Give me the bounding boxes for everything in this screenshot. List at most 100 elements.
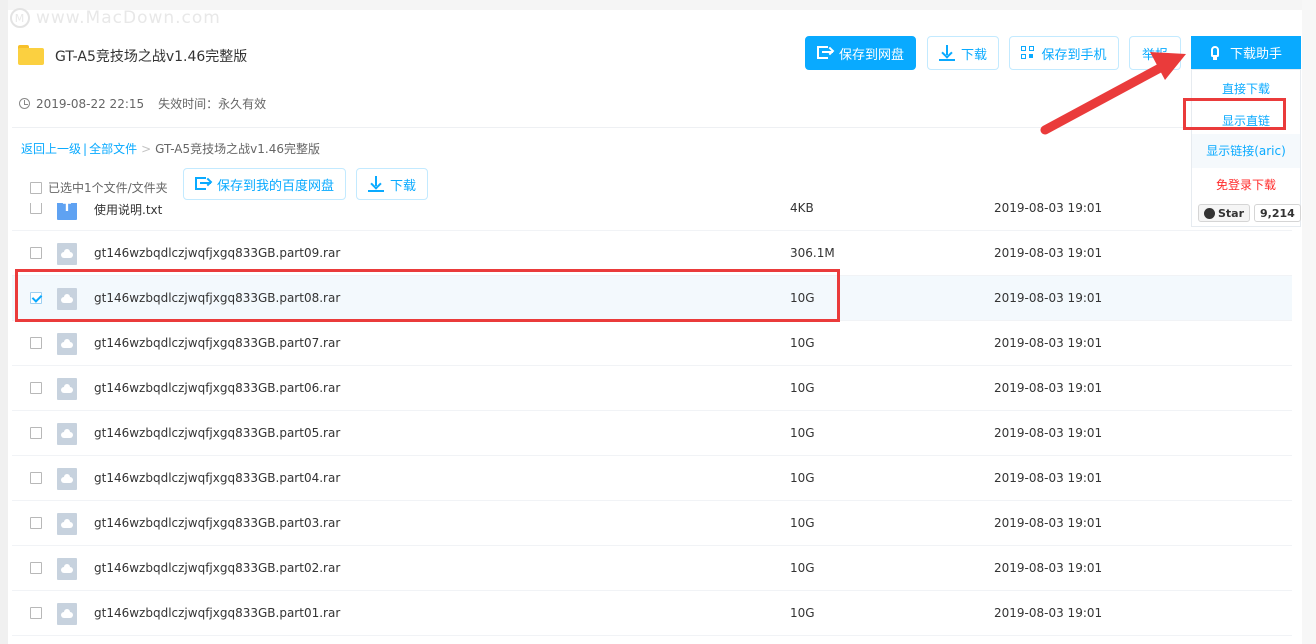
- breadcrumb-back-link[interactable]: 返回上一级: [21, 140, 81, 157]
- menu-item-direct-download[interactable]: 直接下载: [1192, 80, 1300, 97]
- file-size: 10G: [790, 516, 815, 530]
- save-to-baidu-label: 保存到我的百度网盘: [216, 178, 334, 194]
- save-to-phone-button[interactable]: 保存到手机: [1009, 36, 1119, 70]
- file-row-checkbox[interactable]: [30, 427, 42, 439]
- select-all-checkbox[interactable]: [30, 181, 42, 194]
- file-name[interactable]: gt146wzbqdlczjwqfjxgq833GB.part06.rar: [94, 381, 340, 395]
- file-size: 10G: [790, 606, 815, 620]
- file-row-checkbox[interactable]: [30, 203, 42, 214]
- annotation-highlight-direct-link: [1183, 98, 1286, 130]
- breadcrumb-arrow: >: [141, 141, 152, 156]
- selection-download-label: 下载: [389, 178, 416, 194]
- file-size: 10G: [790, 426, 815, 440]
- header-divider: [12, 127, 1292, 128]
- breadcrumb-all-files-link[interactable]: 全部文件: [89, 140, 137, 157]
- selection-download-button[interactable]: 下载: [356, 168, 428, 200]
- watermark: M www.MacDown.com: [10, 8, 221, 28]
- file-size: 4KB: [790, 203, 814, 215]
- watermark-text: www.MacDown.com: [36, 8, 221, 28]
- file-name[interactable]: gt146wzbqdlczjwqfjxgq833GB.part01.rar: [94, 606, 340, 620]
- file-date: 2019-08-03 19:01: [994, 381, 1103, 395]
- save-to-disk-button[interactable]: 保存到网盘: [805, 36, 916, 70]
- file-name[interactable]: gt146wzbqdlczjwqfjxgq833GB.part03.rar: [94, 516, 340, 530]
- qrcode-icon: [1021, 46, 1035, 60]
- page-title: GT-A5竞技场之战v1.46完整版: [55, 49, 248, 65]
- file-name[interactable]: gt146wzbqdlczjwqfjxgq833GB.part05.rar: [94, 426, 340, 440]
- file-row-checkbox[interactable]: [30, 337, 42, 349]
- archive-file-icon: [57, 558, 77, 580]
- file-size: 306.1M: [790, 246, 835, 260]
- download-label: 下载: [960, 47, 987, 63]
- file-row-checkbox[interactable]: [30, 247, 42, 259]
- menu-item-show-link-aric[interactable]: 显示链接(aric): [1192, 134, 1300, 168]
- menu-item-no-login-download[interactable]: 免登录下载: [1192, 176, 1300, 193]
- file-name[interactable]: gt146wzbqdlczjwqfjxgq833GB.part02.rar: [94, 561, 340, 575]
- archive-file-icon: [57, 378, 77, 400]
- archive-file-icon: [57, 243, 77, 265]
- file-row[interactable]: T 使用说明.txt 4KB 2019-08-03 19:01: [12, 203, 1292, 231]
- save-to-disk-icon: [816, 45, 835, 61]
- expire-time: 失效时间：永久有效: [158, 97, 267, 111]
- report-label: 举报: [1141, 47, 1168, 63]
- file-name[interactable]: gt146wzbqdlczjwqfjxgq833GB.part07.rar: [94, 336, 340, 350]
- save-to-disk-label: 保存到网盘: [838, 47, 904, 63]
- file-date: 2019-08-03 19:01: [994, 471, 1103, 485]
- file-name[interactable]: gt146wzbqdlczjwqfjxgq833GB.part09.rar: [94, 246, 340, 260]
- file-row[interactable]: gt146wzbqdlczjwqfjxgq833GB.part07.rar 10G…: [12, 321, 1292, 366]
- file-name[interactable]: gt146wzbqdlczjwqfjxgq833GB.part04.rar: [94, 471, 340, 485]
- file-row-checkbox[interactable]: [30, 382, 42, 394]
- file-meta: 2019-08-22 22:15 失效时间：永久有效: [19, 95, 266, 112]
- file-date: 2019-08-03 19:01: [994, 203, 1103, 215]
- archive-file-icon: [57, 423, 77, 445]
- archive-file-icon: [57, 468, 77, 490]
- rocket-icon: [1210, 45, 1220, 60]
- save-to-phone-label: 保存到手机: [1041, 47, 1107, 63]
- archive-file-icon: [57, 333, 77, 355]
- file-row-checkbox[interactable]: [30, 562, 42, 574]
- breadcrumb: 返回上一级 | 全部文件 > GT-A5竞技场之战v1.46完整版: [21, 140, 320, 157]
- file-row[interactable]: gt146wzbqdlczjwqfjxgq833GB.part06.rar 10G…: [12, 366, 1292, 411]
- file-row[interactable]: gt146wzbqdlczjwqfjxgq833GB.part05.rar 10G…: [12, 411, 1292, 456]
- download-helper-menu: 直接下载 显示直链 显示链接(aric) 免登录下载 Star 9,214: [1191, 69, 1301, 227]
- file-date: 2019-08-03 19:01: [994, 336, 1103, 350]
- github-star-widget: Star 9,214: [1198, 204, 1301, 222]
- file-row-checkbox[interactable]: [30, 517, 42, 529]
- download-helper-label: 下载助手: [1229, 47, 1282, 62]
- download-button[interactable]: 下载: [927, 36, 999, 70]
- file-date: 2019-08-03 19:01: [994, 516, 1103, 530]
- github-icon: [1204, 207, 1215, 219]
- save-to-baidu-button[interactable]: 保存到我的百度网盘: [183, 168, 346, 200]
- file-date: 2019-08-03 19:01: [994, 291, 1103, 305]
- archive-file-icon: [57, 513, 77, 535]
- share-date: 2019-08-22 22:15: [36, 96, 145, 111]
- file-size: 10G: [790, 561, 815, 575]
- window-right-edge: [1302, 0, 1316, 644]
- macdown-logo-icon: M: [10, 8, 30, 28]
- download-icon: [367, 176, 384, 192]
- report-button[interactable]: 举报: [1129, 36, 1181, 70]
- file-row[interactable]: gt146wzbqdlczjwqfjxgq833GB.part02.rar 10G…: [12, 546, 1292, 591]
- file-row-checkbox[interactable]: [30, 607, 42, 619]
- txt-file-icon: T: [57, 203, 77, 220]
- annotation-highlight-selected-row: [15, 269, 840, 322]
- file-size: 10G: [790, 336, 815, 350]
- github-star-button[interactable]: Star: [1198, 204, 1251, 222]
- file-name[interactable]: 使用说明.txt: [94, 203, 162, 218]
- save-to-baidu-icon: [194, 176, 213, 192]
- file-date: 2019-08-03 19:01: [994, 246, 1103, 260]
- github-star-count[interactable]: 9,214: [1254, 204, 1301, 222]
- file-row[interactable]: gt146wzbqdlczjwqfjxgq833GB.part03.rar 10G…: [12, 501, 1292, 546]
- file-size: 10G: [790, 381, 815, 395]
- breadcrumb-divider: |: [83, 141, 88, 156]
- file-row[interactable]: gt146wzbqdlczjwqfjxgq833GB.part04.rar 10G…: [12, 456, 1292, 501]
- file-row-checkbox[interactable]: [30, 472, 42, 484]
- folder-icon: [18, 45, 44, 65]
- file-date: 2019-08-03 19:01: [994, 606, 1103, 620]
- archive-file-icon: [57, 603, 77, 625]
- github-star-label: Star: [1218, 206, 1245, 220]
- selection-summary: 已选中1个文件/文件夹: [48, 181, 168, 195]
- clock-icon: [19, 98, 30, 109]
- file-row[interactable]: gt146wzbqdlczjwqfjxgq833GB.part01.rar 10G…: [12, 591, 1292, 636]
- file-size: 10G: [790, 471, 815, 485]
- download-helper-button[interactable]: 下载助手: [1191, 36, 1301, 69]
